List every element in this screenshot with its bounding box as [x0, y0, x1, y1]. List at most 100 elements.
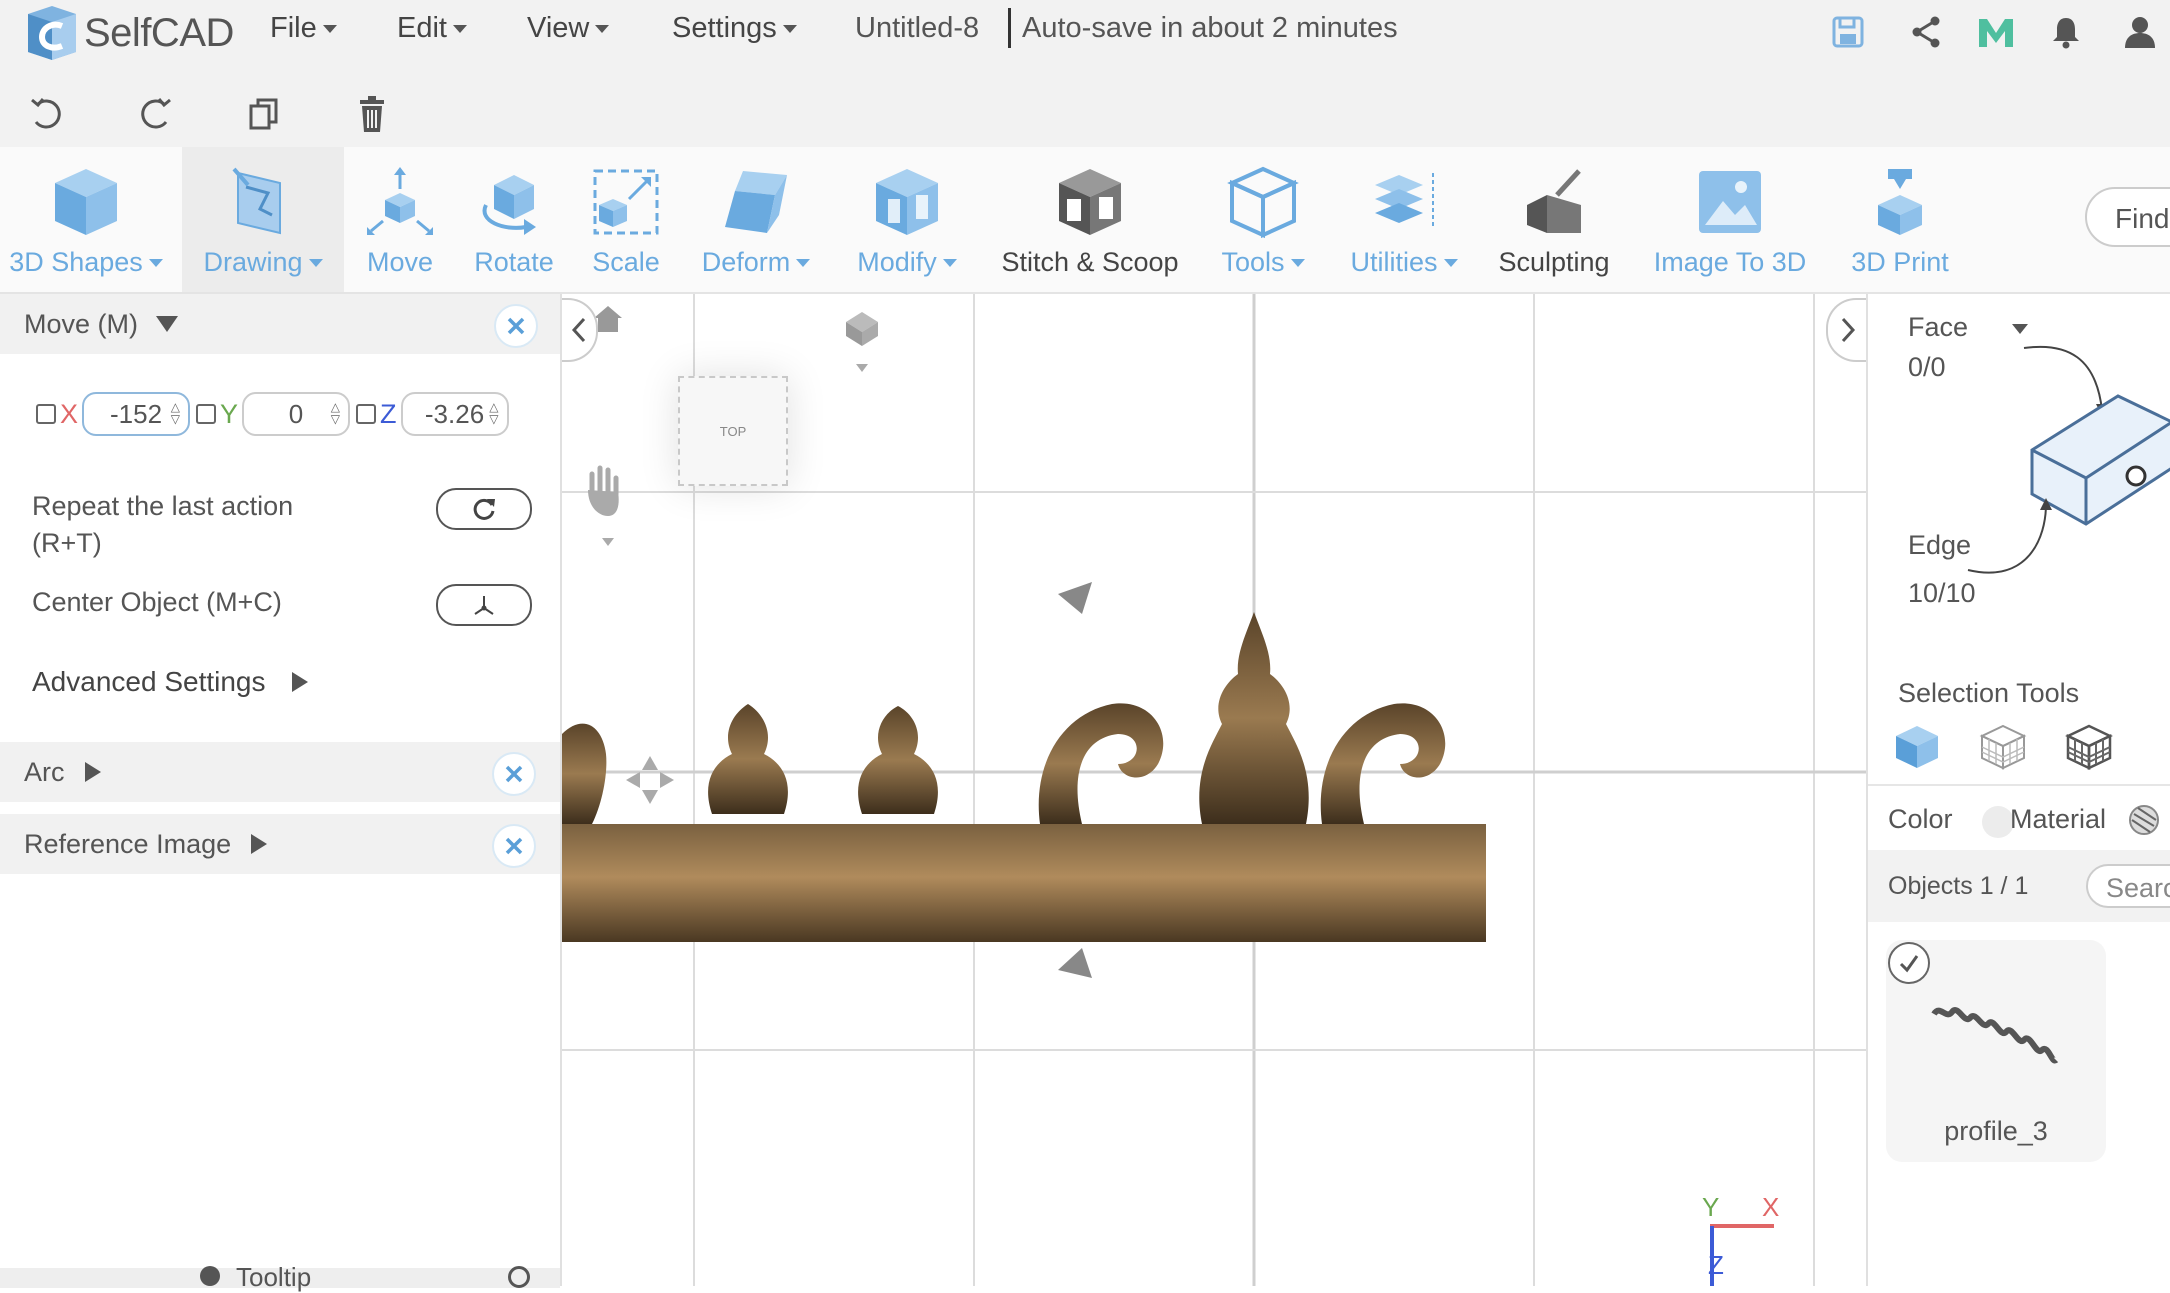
- color-material-row: Color Material: [1868, 784, 2170, 856]
- tool-sculpting[interactable]: Sculpting: [1494, 147, 1614, 292]
- chevron-down-icon: [942, 258, 957, 267]
- objects-search-input[interactable]: Search: [2086, 864, 2170, 908]
- help-icon[interactable]: [508, 1266, 530, 1288]
- undo-button[interactable]: [24, 92, 68, 136]
- center-object-button[interactable]: [436, 584, 532, 626]
- home-icon[interactable]: [594, 306, 622, 332]
- user-icon: [2125, 17, 2155, 48]
- axis-y-label: Y: [1702, 1192, 1719, 1222]
- tool-deform[interactable]: Deform: [690, 147, 822, 292]
- repeat-action-button[interactable]: [436, 488, 532, 530]
- advanced-settings-toggle[interactable]: Advanced Settings: [32, 666, 308, 698]
- menu-edit[interactable]: Edit: [397, 12, 467, 45]
- redo-button[interactable]: [134, 92, 178, 136]
- share-button[interactable]: [1906, 12, 1946, 52]
- object-select-checkbox[interactable]: [1888, 942, 1930, 984]
- y-stepper[interactable]: △ ▽: [331, 401, 340, 425]
- x-value: -152: [109, 398, 163, 429]
- z-value-input[interactable]: -3.26 △ ▽: [400, 392, 509, 436]
- reference-image-panel-header[interactable]: Reference Image: [0, 814, 560, 874]
- close-icon: [505, 837, 523, 855]
- object-card-profile-3[interactable]: profile_3: [1886, 940, 2106, 1162]
- material-label: Material: [2010, 804, 2107, 834]
- nav-arrow-icon[interactable]: [1058, 582, 1092, 614]
- acanthus-ornament: [1199, 612, 1309, 824]
- close-reference-image-panel-button[interactable]: [492, 824, 536, 868]
- tool-utilities[interactable]: Utilities: [1340, 147, 1468, 292]
- y-axis-label: Y: [220, 398, 239, 429]
- chevron-down-icon: [595, 24, 610, 33]
- view-cube-icon[interactable]: [846, 312, 878, 372]
- menu-file[interactable]: File: [270, 12, 337, 45]
- notifications-button[interactable]: [2046, 12, 2086, 52]
- selection-tools-label: Selection Tools: [1898, 678, 2080, 708]
- x-stepper[interactable]: △ ▽: [171, 401, 180, 425]
- y-value-input[interactable]: 0 △ ▽: [242, 392, 351, 436]
- advanced-settings-label: Advanced Settings: [32, 666, 266, 697]
- objects-search-placeholder: Search: [2106, 873, 2170, 903]
- chevron-down-icon: [782, 24, 797, 33]
- selection-cube-illustration: [1967, 345, 2170, 574]
- delete-button[interactable]: [350, 92, 394, 136]
- tool-3d-shapes[interactable]: 3D Shapes: [0, 147, 172, 292]
- center-object-label: Center Object (M+C): [32, 587, 282, 617]
- tooltip-bar[interactable]: Tooltip: [0, 1262, 560, 1292]
- menu-settings[interactable]: Settings: [672, 12, 797, 45]
- tool-image-to-3d[interactable]: Image To 3D: [1648, 147, 1812, 292]
- nav-arrow-icon[interactable]: [1058, 948, 1092, 978]
- arc-panel-header[interactable]: Arc: [0, 742, 560, 802]
- z-stepper[interactable]: △ ▽: [489, 401, 498, 425]
- tool-modify-label: Modify: [857, 247, 937, 277]
- menu-settings-label: Settings: [672, 12, 777, 44]
- tool-rotate[interactable]: Rotate: [464, 147, 564, 292]
- account-button[interactable]: [2120, 12, 2160, 52]
- tool-move-label: Move: [366, 247, 434, 277]
- selfcad-logo[interactable]: SelfCAD: [22, 2, 234, 64]
- objects-count: Objects 1 / 1: [1888, 872, 2029, 900]
- fleur-ornament: [708, 704, 788, 814]
- y-value: 0: [288, 398, 304, 429]
- close-arc-panel-button[interactable]: [492, 752, 536, 796]
- move-gizmo-icon[interactable]: [626, 756, 674, 804]
- tool-modify[interactable]: Modify: [846, 147, 968, 292]
- check-icon: [1899, 955, 1919, 973]
- view-orientation-cube[interactable]: TOP: [678, 376, 788, 486]
- tool-scale-label: Scale: [592, 247, 660, 277]
- ornament: [562, 723, 607, 824]
- tool-move[interactable]: Move: [350, 147, 450, 292]
- tool-tools[interactable]: Tools: [1208, 147, 1318, 292]
- tool-ribbon: 3D Shapes Drawing Move Rotate Scale Defo…: [0, 147, 2170, 294]
- tool-scale[interactable]: Scale: [576, 147, 676, 292]
- menu-file-label: File: [270, 12, 317, 44]
- tool-stitch-scoop[interactable]: Stitch & Scoop: [994, 147, 1186, 292]
- title-divider: [1008, 8, 1011, 48]
- face-select-icon[interactable]: [1978, 722, 2028, 772]
- y-axis-checkbox[interactable]: [196, 404, 217, 424]
- crown-molding-object[interactable]: [562, 612, 1486, 942]
- find-tool-search[interactable]: Find: [2085, 187, 2170, 247]
- document-title[interactable]: Untitled-8: [855, 12, 979, 45]
- save-button[interactable]: [1828, 12, 1868, 52]
- move-panel-header[interactable]: Move (M): [0, 294, 560, 354]
- menu-view[interactable]: View: [527, 12, 610, 45]
- tool-3d-print[interactable]: 3D Print: [1844, 147, 1956, 292]
- utilities-icon: [1375, 173, 1434, 229]
- tool-rotate-label: Rotate: [474, 247, 554, 277]
- x-value-input[interactable]: -152 △ ▽: [82, 392, 191, 436]
- myminifactory-button[interactable]: [1976, 12, 2016, 52]
- drawing-icon: [232, 167, 281, 235]
- action-bar: [0, 82, 2170, 147]
- z-axis-checkbox[interactable]: [356, 404, 377, 424]
- move-icon: [367, 167, 433, 235]
- material-swatch-icon[interactable]: [2128, 804, 2160, 836]
- close-move-panel-button[interactable]: [494, 304, 538, 348]
- edge-select-icon[interactable]: [2064, 722, 2114, 772]
- menu-view-label: View: [527, 12, 590, 44]
- duplicate-button[interactable]: [242, 92, 286, 136]
- object-select-icon[interactable]: [1892, 722, 1942, 772]
- x-axis-checkbox[interactable]: [36, 404, 56, 424]
- tool-drawing[interactable]: Drawing: [182, 147, 344, 292]
- view-orientation-label: TOP: [719, 423, 747, 439]
- pan-hand-icon[interactable]: [588, 465, 619, 546]
- x-axis-label: X: [60, 398, 79, 429]
